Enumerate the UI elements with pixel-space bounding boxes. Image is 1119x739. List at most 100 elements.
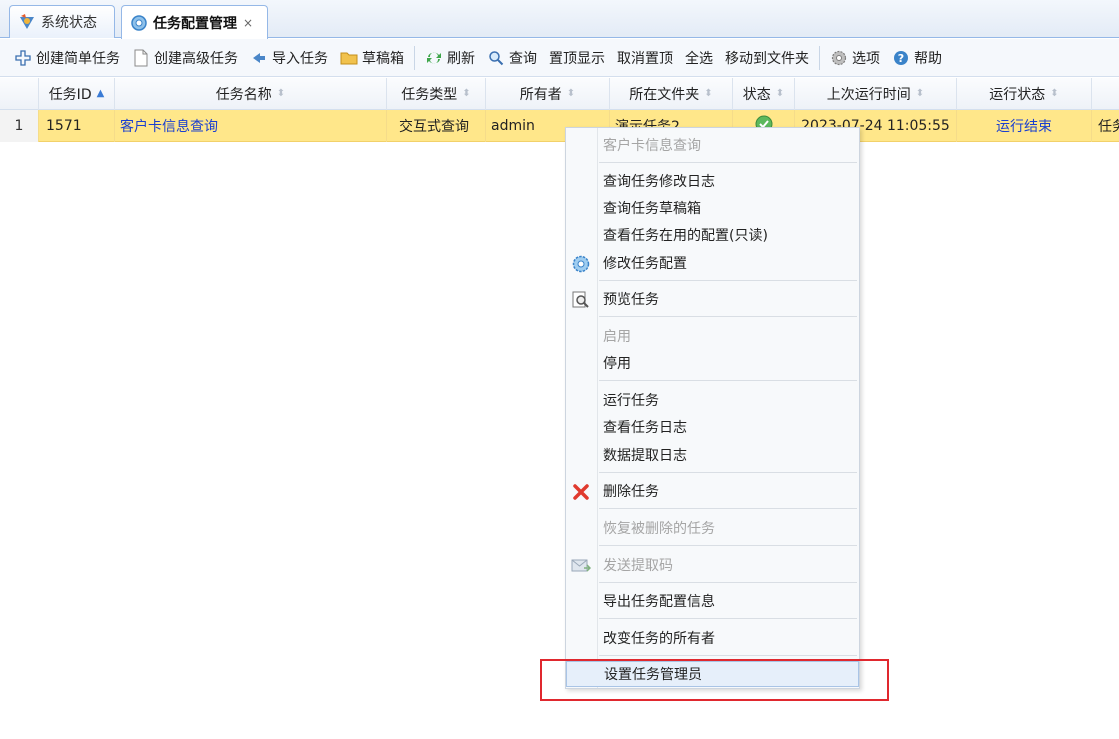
menu-item-view-drafts[interactable]: 查询任务草稿箱 xyxy=(566,195,859,221)
column-header-folder[interactable]: 所在文件夹 ⬍ xyxy=(610,78,733,110)
menu-item-edit-config[interactable]: 修改任务配置 xyxy=(566,250,859,276)
menu-item-set-admin[interactable]: 设置任务管理员 xyxy=(566,661,859,687)
column-header-last-run[interactable]: 上次运行时间 ⬍ xyxy=(795,78,957,110)
run-status-link[interactable]: 运行结束 xyxy=(957,110,1092,142)
table-row[interactable]: 1 1571 客户卡信息查询 交互式查询 admin 演示任务2 2023-07… xyxy=(0,110,1119,142)
column-header-task-type[interactable]: 任务类型 ⬍ xyxy=(387,78,486,110)
sort-icon: ⬍ xyxy=(276,88,286,99)
pin-top-label: 置顶显示 xyxy=(549,50,605,67)
drafts-button[interactable]: 草稿箱 xyxy=(334,44,410,72)
tab-label: 任务配置管理 xyxy=(153,15,237,32)
menu-item-view-change-log[interactable]: 查询任务修改日志 xyxy=(566,168,859,194)
menu-title-item: 客户卡信息查询 xyxy=(566,132,859,158)
select-all-button[interactable]: 全选 xyxy=(679,44,719,72)
tab-task-config[interactable]: 任务配置管理 × xyxy=(121,5,268,39)
task-id-cell: 1571 xyxy=(39,110,115,142)
menu-item-label: 导出任务配置信息 xyxy=(603,594,715,610)
menu-item-view-extract-log[interactable]: 数据提取日志 xyxy=(566,442,859,468)
move-to-folder-label: 移动到文件夹 xyxy=(725,50,809,67)
menu-separator xyxy=(599,162,857,163)
column-header-label: 任务类型 xyxy=(401,87,458,103)
menu-item-label: 查询任务修改日志 xyxy=(603,174,715,190)
rownum-header xyxy=(0,78,39,110)
query-button[interactable]: 查询 xyxy=(481,44,543,72)
options-button[interactable]: 选项 xyxy=(824,44,886,72)
column-header-run-status[interactable]: 运行状态 ⬍ xyxy=(957,78,1092,110)
menu-item-run[interactable]: 运行任务 xyxy=(566,387,859,413)
search-icon xyxy=(487,49,505,67)
sort-icon: ⬍ xyxy=(775,88,785,99)
menu-item-label: 客户卡信息查询 xyxy=(603,138,701,154)
tab-system-status[interactable]: 系统状态 xyxy=(9,5,115,38)
extra-cell: 任务 xyxy=(1098,119,1119,135)
menu-item-restore-deleted: 恢复被删除的任务 xyxy=(566,515,859,541)
create-advanced-task-button[interactable]: 创建高级任务 xyxy=(126,44,244,72)
menu-separator xyxy=(599,545,857,546)
refresh-icon xyxy=(425,49,443,67)
column-header-status[interactable]: 状态 ⬍ xyxy=(733,78,795,110)
menu-separator xyxy=(599,472,857,473)
tab-label: 系统状态 xyxy=(41,15,97,31)
unpin-label: 取消置顶 xyxy=(617,50,673,67)
column-header-label: 上次运行时间 xyxy=(826,87,911,103)
menu-item-disable[interactable]: 停用 xyxy=(566,350,859,376)
help-button[interactable]: ? 帮助 xyxy=(886,44,948,72)
create-advanced-task-label: 创建高级任务 xyxy=(154,50,238,67)
svg-text:?: ? xyxy=(898,52,904,65)
import-icon xyxy=(250,49,268,67)
menu-item-view-active-config[interactable]: 查看任务在用的配置(只读) xyxy=(566,222,859,248)
options-label: 选项 xyxy=(852,50,880,67)
column-header-label: 任务ID xyxy=(48,87,92,103)
menu-item-label: 设置任务管理员 xyxy=(604,667,702,683)
gear-icon xyxy=(571,254,591,274)
menu-item-change-owner[interactable]: 改变任务的所有者 xyxy=(566,625,859,651)
folder-icon xyxy=(340,49,358,67)
refresh-label: 刷新 xyxy=(447,50,475,67)
menu-item-label: 改变任务的所有者 xyxy=(603,631,715,647)
menu-item-delete[interactable]: 删除任务 xyxy=(566,478,859,504)
gear-icon xyxy=(130,14,148,32)
refresh-button[interactable]: 刷新 xyxy=(419,44,481,72)
drafts-label: 草稿箱 xyxy=(362,50,404,67)
column-header-label: 所有者 xyxy=(519,87,562,103)
sort-icon: ⬍ xyxy=(1050,88,1059,99)
menu-item-send-code: 发送提取码 xyxy=(566,552,859,578)
system-status-icon xyxy=(18,13,36,31)
sort-icon: ⬍ xyxy=(915,88,925,99)
task-name-link[interactable]: 客户卡信息查询 xyxy=(115,110,387,142)
plus-icon xyxy=(14,49,32,67)
context-menu: 客户卡信息查询 查询任务修改日志 查询任务草稿箱 查看任务在用的配置(只读) 修… xyxy=(565,127,860,689)
create-simple-task-button[interactable]: 创建简单任务 xyxy=(8,44,126,72)
toolbar-separator xyxy=(414,45,415,70)
pin-top-button[interactable]: 置顶显示 xyxy=(543,44,611,72)
import-task-button[interactable]: 导入任务 xyxy=(244,44,334,72)
menu-item-label: 查询任务草稿箱 xyxy=(603,201,701,217)
options-gear-icon xyxy=(830,49,848,67)
menu-item-label: 发送提取码 xyxy=(603,558,673,574)
menu-separator xyxy=(599,655,857,656)
column-header-task-name[interactable]: 任务名称 ⬍ xyxy=(115,78,387,110)
menu-item-export-config[interactable]: 导出任务配置信息 xyxy=(566,588,859,614)
menu-item-label: 停用 xyxy=(603,356,631,372)
unpin-button[interactable]: 取消置顶 xyxy=(611,44,679,72)
close-icon[interactable]: × xyxy=(243,16,253,30)
menu-item-preview[interactable]: 预览任务 xyxy=(566,286,859,312)
menu-item-label: 启用 xyxy=(603,329,631,345)
menu-separator xyxy=(599,582,857,583)
move-to-folder-button[interactable]: 移动到文件夹 xyxy=(719,44,815,72)
column-header-task-id[interactable]: 任务ID ▲ xyxy=(39,78,115,110)
menu-separator xyxy=(599,316,857,317)
document-icon xyxy=(132,49,150,67)
menu-item-label: 运行任务 xyxy=(603,393,659,409)
sort-icon: ⬍ xyxy=(704,88,713,99)
menu-item-label: 修改任务配置 xyxy=(603,256,687,272)
toolbar-separator xyxy=(819,45,820,70)
column-header-owner[interactable]: 所有者 ⬍ xyxy=(486,78,610,110)
menu-item-label: 恢复被删除的任务 xyxy=(603,521,715,537)
menu-item-view-task-log[interactable]: 查看任务日志 xyxy=(566,414,859,440)
create-simple-task-label: 创建简单任务 xyxy=(36,50,120,67)
menu-item-label: 查看任务日志 xyxy=(603,420,687,436)
select-all-label: 全选 xyxy=(685,50,713,67)
menu-item-label: 删除任务 xyxy=(603,484,659,500)
column-header-more xyxy=(1092,78,1119,110)
